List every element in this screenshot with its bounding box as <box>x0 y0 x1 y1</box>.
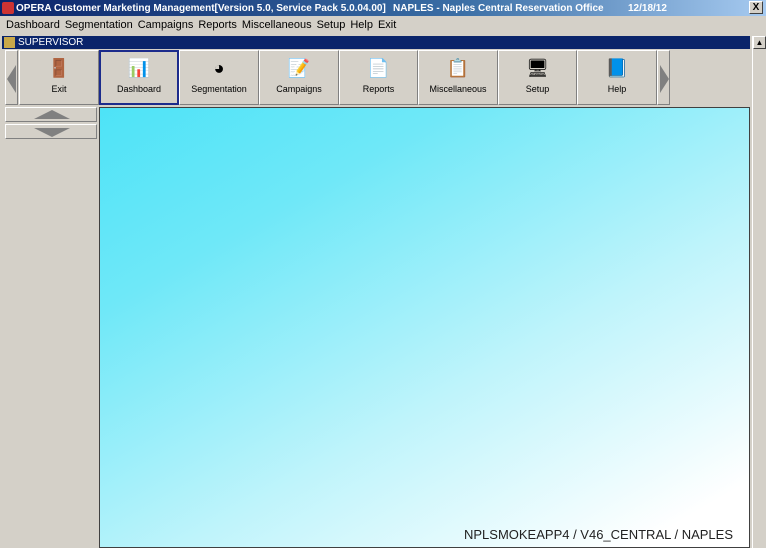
toolbar-setup-button[interactable]: 🖥 Setup <box>498 50 577 105</box>
help-book-icon: 📘 <box>605 58 629 78</box>
scroll-up-button[interactable]: ▲ <box>753 36 766 49</box>
pie-chart-icon: ◕ <box>213 58 225 78</box>
user-icon <box>4 37 15 48</box>
setup-computer-icon: 🖥 <box>526 58 549 78</box>
toolbar-exit-button[interactable]: 🚪 Exit <box>19 50 99 105</box>
up-arrow-icon <box>34 110 70 119</box>
button-label: Exit <box>51 84 67 94</box>
user-name: SUPERVISOR <box>18 37 84 48</box>
scroll-up-button[interactable] <box>5 107 97 122</box>
button-label: Dashboard <box>116 84 162 94</box>
window-title: OPERA Customer Marketing Management[Vers… <box>16 2 386 14</box>
button-label: Reports <box>362 84 395 94</box>
down-arrow-icon <box>34 128 70 137</box>
side-panel <box>5 107 97 141</box>
toolbar-dashboard-button[interactable]: 📊 Dashboard <box>99 50 179 105</box>
menu-reports[interactable]: Reports <box>198 19 237 31</box>
business-date: 12/18/12 <box>628 2 667 14</box>
toolbar-scroll-right[interactable] <box>657 50 670 105</box>
app-icon <box>2 2 14 14</box>
campaign-document-icon: 📝 <box>287 58 311 78</box>
toolbar-scroll-left[interactable] <box>5 50 18 105</box>
main-content-area: NPLSMOKEAPP4 / V46_CENTRAL / NAPLES <box>99 107 750 548</box>
exit-door-icon: 🚪 <box>47 58 71 78</box>
report-icon: 📄 <box>367 58 390 78</box>
menu-help[interactable]: Help <box>350 19 373 31</box>
button-label: Miscellaneous <box>429 84 487 94</box>
toolbar: 🚪 Exit 📊 Dashboard ◕ Segmentation 📝 Campaign… <box>3 49 751 106</box>
dashboard-chart-icon: 📊 <box>127 58 151 78</box>
right-arrow-icon <box>660 65 669 93</box>
toolbar-help-button[interactable]: 📘 Help <box>577 50 657 105</box>
clipboard-icon: 📋 <box>446 58 470 78</box>
menu-dashboard[interactable]: Dashboard <box>6 19 60 31</box>
menu-setup[interactable]: Setup <box>317 19 346 31</box>
toolbar-reports-button[interactable]: 📄 Reports <box>339 50 418 105</box>
close-button[interactable]: X <box>749 1 763 14</box>
property-name: NAPLES - Naples Central Reservation Offi… <box>393 2 604 14</box>
button-label: Help <box>607 84 627 94</box>
button-label: Segmentation <box>191 84 247 94</box>
toolbar-campaigns-button[interactable]: 📝 Campaigns <box>259 50 339 105</box>
button-label: Campaigns <box>276 84 322 94</box>
menu-exit[interactable]: Exit <box>378 19 396 31</box>
menu-campaigns[interactable]: Campaigns <box>138 19 194 31</box>
menu-miscellaneous[interactable]: Miscellaneous <box>242 19 312 31</box>
vertical-scrollbar[interactable]: ▲ <box>752 36 766 548</box>
left-arrow-icon <box>7 65 16 93</box>
user-bar: SUPERVISOR <box>2 36 750 49</box>
title-bar: OPERA Customer Marketing Management[Vers… <box>0 0 766 16</box>
connection-info: NPLSMOKEAPP4 / V46_CENTRAL / NAPLES <box>463 527 733 542</box>
menu-bar: Dashboard Segmentation Campaigns Reports… <box>0 17 400 33</box>
toolbar-miscellaneous-button[interactable]: 📋 Miscellaneous <box>418 50 498 105</box>
menu-segmentation[interactable]: Segmentation <box>65 19 133 31</box>
toolbar-segmentation-button[interactable]: ◕ Segmentation <box>179 50 259 105</box>
scroll-down-button[interactable] <box>5 124 97 139</box>
button-label: Setup <box>525 84 550 94</box>
